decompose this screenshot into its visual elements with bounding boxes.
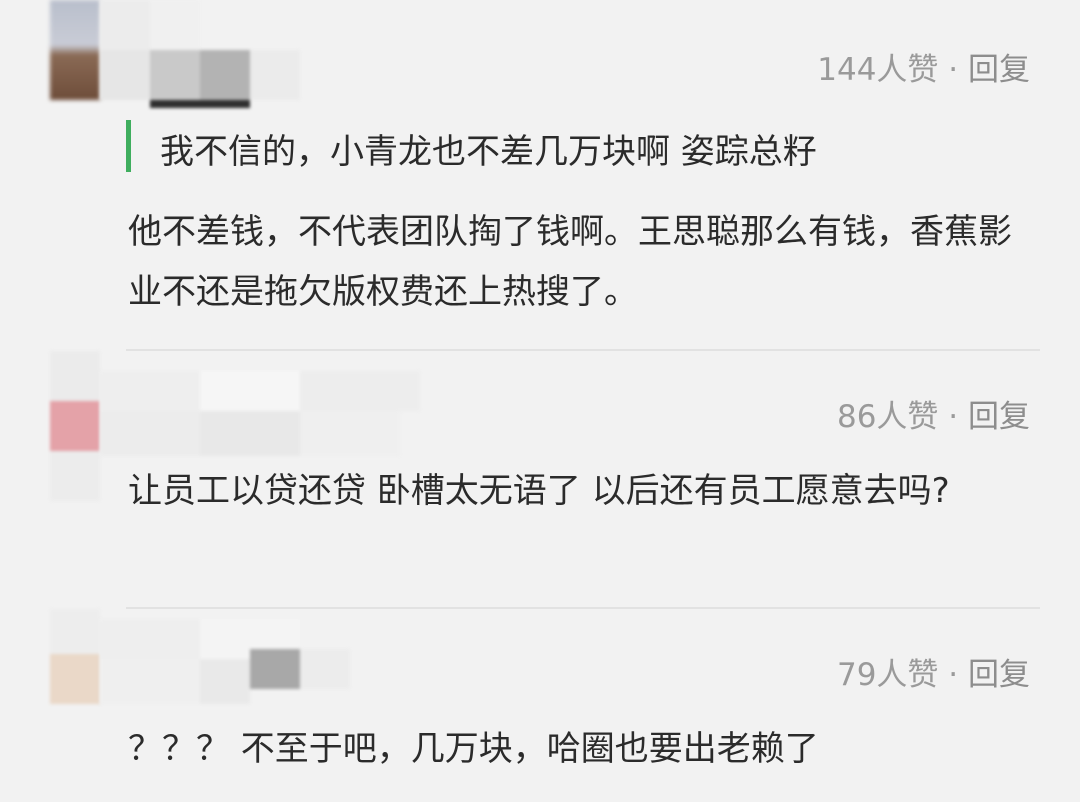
username-redacted[interactable] xyxy=(100,619,360,709)
reply-button[interactable]: 回复 xyxy=(968,657,1030,693)
username-redacted[interactable] xyxy=(100,0,330,110)
divider xyxy=(126,349,1040,351)
avatar[interactable] xyxy=(50,351,100,501)
like-count[interactable]: 144人赞 xyxy=(817,52,938,88)
meta-separator: · xyxy=(948,399,959,435)
comment-meta: 79人赞 · 回复 xyxy=(837,649,1030,694)
comment-text: 他不差钱，不代表团队掏了钱啊。王思聪那么有钱，香蕉影业不还是拖欠版权费还上热搜了… xyxy=(128,212,1012,312)
comment-text: 让员工以贷还贷 卧槽太无语了 以后还有员工愿意去吗? xyxy=(128,471,950,511)
avatar[interactable] xyxy=(50,0,100,100)
quoted-comment[interactable]: 我不信的，小青龙也不差几万块啊 姿踪总籽 xyxy=(126,118,996,174)
divider xyxy=(126,607,1040,609)
comment-text: ？？？ 不至于吧，几万块，哈圈也要出老赖了 xyxy=(128,729,819,769)
reply-button[interactable]: 回复 xyxy=(968,399,1030,435)
quote-text: 我不信的，小青龙也不差几万块啊 姿踪总籽 xyxy=(160,132,817,172)
reply-button[interactable]: 回复 xyxy=(968,52,1030,88)
comment-list: 144人赞 · 回复 我不信的，小青龙也不差几万块啊 姿踪总籽 他不差钱，不代表… xyxy=(0,0,1080,802)
like-count[interactable]: 79人赞 xyxy=(837,657,938,693)
comment-meta: 144人赞 · 回复 xyxy=(817,44,1030,89)
meta-separator: · xyxy=(948,657,959,693)
comment-meta: 86人赞 · 回复 xyxy=(837,391,1030,436)
quote-bar xyxy=(126,120,131,172)
like-count[interactable]: 86人赞 xyxy=(837,399,938,435)
avatar[interactable] xyxy=(50,609,100,709)
username-redacted[interactable] xyxy=(100,371,430,461)
meta-separator: · xyxy=(948,52,959,88)
